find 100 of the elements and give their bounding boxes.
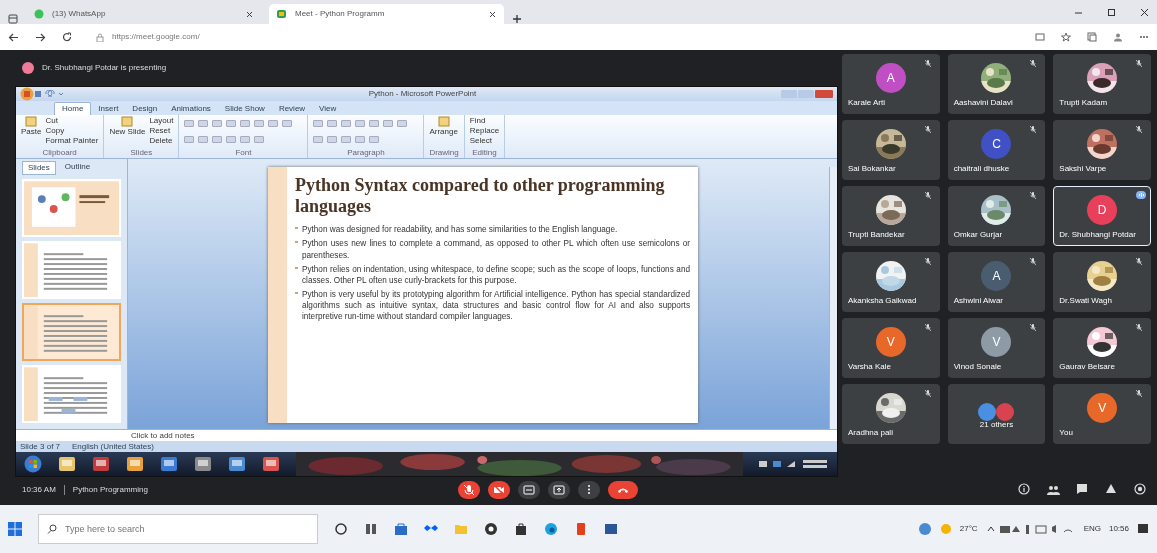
window-controls-icon[interactable]: [781, 89, 833, 99]
ribbon-tool-icon[interactable]: [327, 136, 338, 143]
ribbon-tool-icon[interactable]: [313, 136, 324, 143]
edge-icon[interactable]: [544, 522, 558, 536]
forward-icon[interactable]: [35, 32, 46, 42]
ribbon-button[interactable]: Reset: [149, 126, 174, 136]
ribbon-tool-icon[interactable]: [240, 136, 251, 143]
ribbon-tool-icon[interactable]: [198, 120, 209, 127]
ribbon-button[interactable]: Find: [469, 116, 500, 126]
ribbon-tool-icon[interactable]: [369, 120, 380, 127]
ribbon-tab[interactable]: Insert: [91, 103, 126, 115]
ribbon-tool-icon[interactable]: [355, 136, 366, 143]
ribbon-tool-icon[interactable]: [327, 120, 338, 127]
ribbon-tool-icon[interactable]: [184, 136, 195, 143]
people-icon[interactable]: [1047, 483, 1060, 495]
ribbon-tool-icon[interactable]: [254, 136, 265, 143]
word-icon[interactable]: [604, 522, 618, 536]
host-controls-icon[interactable]: [1134, 483, 1147, 495]
tab-actions-icon[interactable]: [8, 14, 18, 24]
ribbon-tool-icon[interactable]: [184, 120, 195, 127]
taskbar-app-icon[interactable]: [126, 456, 144, 472]
ribbon-tab[interactable]: Design: [125, 103, 165, 115]
ribbon-tool-icon[interactable]: [254, 120, 265, 127]
ribbon-tab[interactable]: Home: [54, 102, 92, 115]
close-icon[interactable]: [489, 10, 496, 18]
ribbon-button[interactable]: New Slide: [109, 116, 146, 148]
ribbon-tool-icon[interactable]: [226, 136, 237, 143]
quick-access-icon[interactable]: [34, 90, 64, 98]
browser-tab[interactable]: (13) WhatsApp: [26, 4, 261, 24]
taskbar-app-icon[interactable]: [228, 456, 246, 472]
activities-icon[interactable]: [1105, 483, 1118, 495]
reload-icon[interactable]: [62, 32, 72, 42]
more-options-button[interactable]: [577, 480, 600, 499]
bag-icon[interactable]: [514, 522, 528, 536]
ribbon-button[interactable]: Copy: [45, 126, 99, 136]
ribbon-tool-icon[interactable]: [282, 120, 293, 127]
address-bar[interactable]: https://meet.google.com/: [88, 29, 1019, 45]
captions-button[interactable]: [517, 480, 540, 499]
ribbon-button[interactable]: Format Painter: [45, 136, 99, 146]
close-icon[interactable]: [1140, 7, 1149, 17]
panel-tab[interactable]: Slides: [22, 161, 56, 175]
ribbon-tab[interactable]: Slide Show: [217, 103, 272, 115]
office-button-icon[interactable]: [20, 87, 34, 101]
taskbar-app-icon[interactable]: [160, 456, 178, 472]
ribbon-tool-icon[interactable]: [240, 120, 251, 127]
star-icon[interactable]: [1061, 32, 1071, 42]
new-tab-icon[interactable]: [512, 14, 522, 24]
ribbon-tool-icon[interactable]: [383, 120, 394, 127]
clock[interactable]: 10:56: [1108, 523, 1129, 535]
slide-thumbnail[interactable]: [22, 303, 121, 361]
slide-thumbnail[interactable]: [22, 179, 121, 237]
ribbon-button[interactable]: Replace: [469, 126, 500, 136]
mic-off-button[interactable]: [457, 480, 480, 499]
store-icon[interactable]: [394, 522, 408, 536]
ribbon-tool-icon[interactable]: [226, 120, 237, 127]
slide-thumbnail[interactable]: [22, 241, 121, 299]
taskbar-app-icon[interactable]: [58, 456, 76, 472]
notes-field[interactable]: Click to add notes: [16, 429, 837, 441]
office-icon[interactable]: [574, 522, 588, 536]
ribbon-tool-icon[interactable]: [212, 136, 223, 143]
collections-icon[interactable]: [1087, 32, 1097, 42]
ribbon-button[interactable]: Delete: [149, 136, 174, 146]
ribbon-tool-icon[interactable]: [212, 120, 223, 127]
ribbon-tool-icon[interactable]: [198, 136, 209, 143]
ribbon-button[interactable]: Arrange: [429, 116, 458, 148]
chat-bubble-icon[interactable]: [917, 522, 932, 536]
search-field[interactable]: Type here to search: [38, 514, 318, 544]
ribbon-tool-icon[interactable]: [268, 120, 279, 127]
restore-icon[interactable]: [1107, 7, 1116, 17]
ribbon-button[interactable]: Paste: [21, 116, 42, 148]
back-icon[interactable]: [8, 32, 19, 42]
start-orb-icon[interactable]: [24, 455, 42, 473]
windows-start-icon[interactable]: [8, 522, 22, 536]
ribbon-button[interactable]: Select: [469, 136, 500, 146]
profile-icon[interactable]: [1113, 32, 1123, 42]
widgets-icon[interactable]: [364, 522, 378, 536]
scrollbar[interactable]: [829, 167, 837, 429]
present-button[interactable]: [547, 480, 570, 499]
info-icon[interactable]: [1018, 483, 1031, 495]
ribbon-tool-icon[interactable]: [341, 136, 352, 143]
taskbar-app-icon[interactable]: [262, 456, 280, 472]
ribbon-tool-icon[interactable]: [355, 120, 366, 127]
ribbon-button[interactable]: Cut: [45, 116, 99, 126]
ribbon-tab[interactable]: View: [312, 103, 344, 115]
ribbon-tool-icon[interactable]: [397, 120, 408, 127]
ribbon-button[interactable]: Layout: [149, 116, 174, 126]
leave-call-button[interactable]: [607, 480, 638, 499]
ribbon-tool-icon[interactable]: [341, 120, 352, 127]
camera-off-button[interactable]: [487, 480, 510, 499]
chat-icon[interactable]: [1076, 483, 1089, 495]
ribbon-tab[interactable]: Animations: [164, 103, 218, 115]
taskbar-app-icon[interactable]: [194, 456, 212, 472]
task-view-icon[interactable]: [334, 522, 348, 536]
ribbon-tool-icon[interactable]: [369, 136, 380, 143]
browser-tab[interactable]: Meet - Python Programm: [269, 4, 504, 24]
panel-tab[interactable]: Outline: [59, 161, 96, 175]
close-icon[interactable]: [246, 10, 253, 18]
taskbar-app-icon[interactable]: [92, 456, 110, 472]
chrome-icon[interactable]: [484, 522, 498, 536]
notifications-icon[interactable]: [1137, 523, 1149, 535]
